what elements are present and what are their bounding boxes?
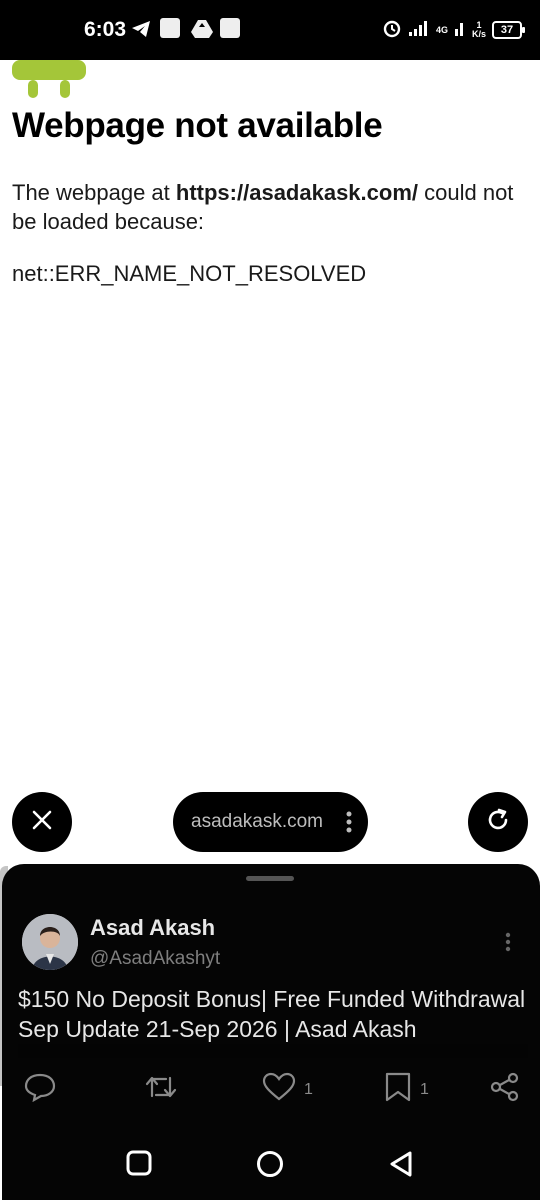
- drag-handle[interactable]: [246, 876, 294, 881]
- alarm-icon: [382, 18, 402, 43]
- reload-icon: [484, 806, 512, 839]
- drive-icon: [190, 18, 214, 45]
- author-name[interactable]: Asad Akash: [90, 915, 215, 941]
- post-more-icon[interactable]: [505, 932, 511, 957]
- navigation-bar: [0, 1128, 540, 1200]
- status-time: 6:03: [84, 18, 127, 41]
- post-actions: 1 1: [2, 1072, 540, 1112]
- repost-button[interactable]: [144, 1072, 178, 1107]
- close-button[interactable]: [12, 792, 72, 852]
- bookmark-button[interactable]: 1: [384, 1072, 429, 1107]
- recents-button[interactable]: [126, 1150, 152, 1181]
- reload-button[interactable]: [468, 792, 528, 852]
- back-button[interactable]: [388, 1150, 414, 1183]
- more-options-icon[interactable]: [346, 811, 352, 838]
- error-message: The webpage at https://asadakask.com/ co…: [12, 178, 527, 236]
- error-message-prefix: The webpage at: [12, 180, 176, 205]
- app-notification-icon-2: [220, 18, 240, 38]
- network-type: 4G: [435, 24, 448, 35]
- like-button[interactable]: 1: [262, 1072, 313, 1107]
- error-code: net::ERR_NAME_NOT_RESOLVED: [12, 261, 367, 286]
- bookmark-count: 1: [420, 1080, 429, 1098]
- home-button[interactable]: [256, 1150, 284, 1183]
- status-indicators: 4G 1 K/s 37: [382, 16, 525, 44]
- heart-icon: [262, 1072, 296, 1107]
- url-pill[interactable]: asadakask.com: [173, 792, 368, 852]
- battery-level: 37: [500, 24, 514, 36]
- signal-icon: [408, 19, 430, 42]
- telegram-icon: [130, 18, 152, 45]
- error-url: https://asadakask.com/: [175, 180, 419, 205]
- author-handle[interactable]: @AsadAkashyt: [90, 948, 220, 970]
- reply-button[interactable]: [24, 1072, 56, 1107]
- page-title: Webpage not available: [12, 106, 383, 145]
- reply-icon: [24, 1072, 56, 1107]
- app-notification-icon: [160, 18, 180, 38]
- battery-icon: 37: [492, 21, 525, 39]
- url-display: asadakask.com: [191, 811, 324, 832]
- avatar[interactable]: [22, 914, 78, 970]
- text-fade: [18, 1044, 528, 1058]
- speed-unit: K/s: [471, 29, 486, 39]
- network-speed: 1 K/s: [472, 21, 486, 39]
- signal-icon-2: [454, 19, 466, 42]
- like-count: 1: [304, 1080, 313, 1098]
- android-robot-icon: [12, 60, 86, 98]
- repost-icon: [144, 1072, 178, 1107]
- share-icon: [490, 1072, 520, 1107]
- close-icon: [30, 808, 54, 837]
- status-bar: 6:03 4G 1 K/s 37: [0, 0, 540, 60]
- bookmark-icon: [384, 1072, 412, 1107]
- share-button[interactable]: [490, 1072, 520, 1107]
